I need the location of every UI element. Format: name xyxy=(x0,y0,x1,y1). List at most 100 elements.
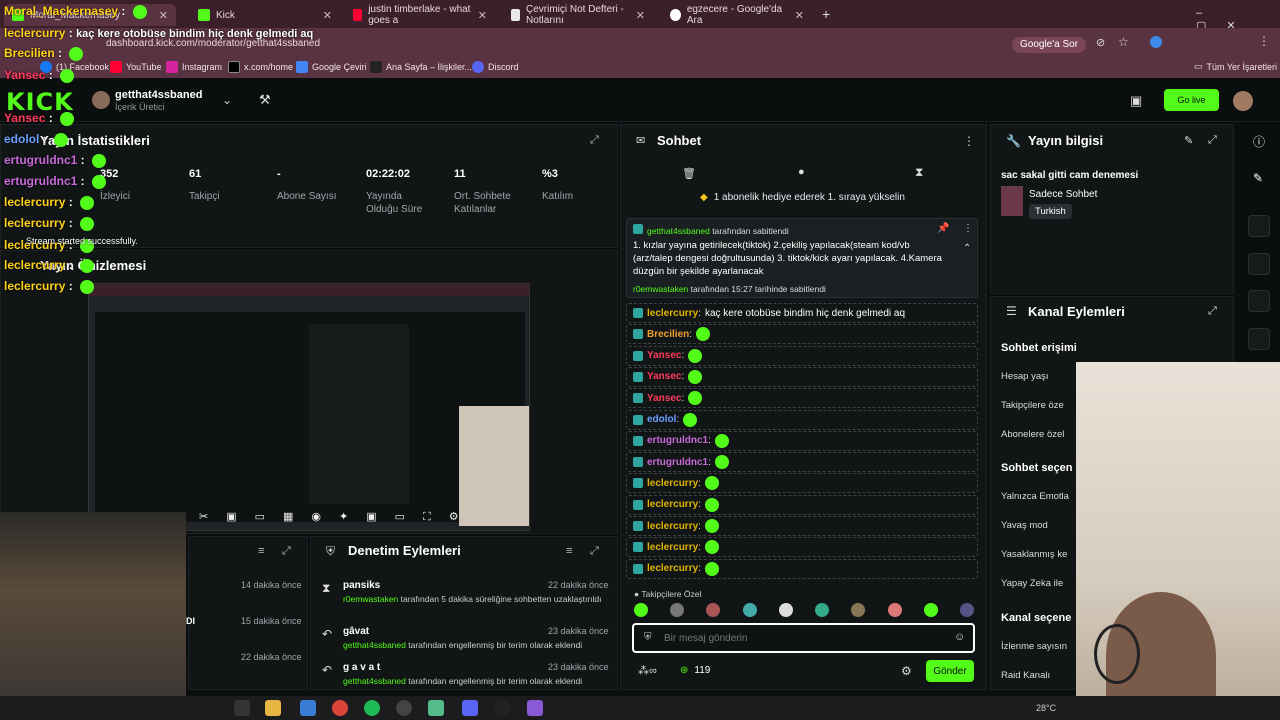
chat-username[interactable]: leclercurry xyxy=(647,521,698,532)
chat-message[interactable]: Brecilien: xyxy=(626,324,978,345)
filter-icon[interactable]: ≡ xyxy=(566,545,572,557)
chat-username[interactable]: ertugruldnc1 xyxy=(647,457,708,468)
chat-username[interactable]: leclercurry xyxy=(647,563,698,574)
emote-icon[interactable] xyxy=(670,603,685,617)
emote-icon[interactable] xyxy=(887,603,902,617)
mod-action-actor[interactable]: r0emwastaken xyxy=(343,594,398,604)
chat-message[interactable]: ertugruldnc1: xyxy=(626,452,978,473)
steam-icon[interactable] xyxy=(494,700,510,716)
undo-icon[interactable]: ↶ xyxy=(322,627,332,641)
action-item[interactable]: Abonelere özel xyxy=(1001,429,1064,440)
action-item[interactable]: Raid Kanalı xyxy=(1001,670,1050,681)
chat-message[interactable]: Yansec: xyxy=(626,345,978,366)
google-ask-button[interactable]: Google'a Sor xyxy=(1012,37,1087,53)
channel-name[interactable]: getthat4ssbaned xyxy=(115,89,202,101)
expand-icon[interactable]: ⤢ xyxy=(282,545,291,558)
chat-message[interactable]: edolol: xyxy=(626,409,978,430)
mod-action-user[interactable]: g a v a t xyxy=(343,662,380,673)
emoji-icon[interactable]: ☺ xyxy=(954,631,965,643)
category-thumbnail[interactable] xyxy=(1001,186,1023,216)
chat-message[interactable]: leclercurry: xyxy=(626,558,978,579)
chat-input[interactable]: ⛨ Bir mesaj gönderin ☺ xyxy=(632,623,975,653)
emote-icon[interactable] xyxy=(742,603,757,617)
obs-icon[interactable] xyxy=(396,700,412,716)
chat-message[interactable]: ertugruldnc1: xyxy=(626,430,978,451)
chat-username[interactable]: ertugruldnc1 xyxy=(647,435,708,446)
action-item[interactable]: Yasaklanmış ke xyxy=(1001,549,1067,560)
close-icon[interactable]: ✕ xyxy=(636,9,645,22)
pinned-by[interactable]: r0emwastaken xyxy=(633,284,688,294)
close-icon[interactable]: ✕ xyxy=(323,9,332,22)
chat-message[interactable]: leclercurry: xyxy=(626,537,978,558)
chevron-down-icon[interactable]: ⌄ xyxy=(222,93,232,107)
chat-username[interactable]: Yansec xyxy=(647,393,681,404)
chat-username[interactable]: Yansec xyxy=(647,350,681,361)
chat-username[interactable]: leclercurry xyxy=(647,478,698,489)
stream-category[interactable]: Sadece Sohbet xyxy=(1029,189,1097,200)
gear-icon[interactable]: ⚙ xyxy=(901,664,912,678)
star-icon[interactable]: ☆ xyxy=(1118,35,1129,49)
bookmark-x[interactable]: x.com/home xyxy=(228,61,293,73)
close-icon[interactable]: ✕ xyxy=(795,9,804,22)
user-avatar[interactable] xyxy=(1233,91,1253,111)
expand-icon[interactable]: ⤢ xyxy=(590,134,599,147)
expand-icon[interactable]: ⤢ xyxy=(590,545,599,558)
gift-banner[interactable]: ◆ 1 abonelik hediye ederek 1. sıraya yüks… xyxy=(700,192,905,203)
app-icon[interactable] xyxy=(428,700,444,716)
close-icon[interactable]: ✕ xyxy=(478,9,487,22)
app-icon[interactable] xyxy=(527,700,543,716)
chat-username[interactable]: Yansec xyxy=(647,371,681,382)
bookmark-anasayfa[interactable]: Ana Sayfa – İlişkiler... xyxy=(370,61,472,73)
emote-icon[interactable] xyxy=(959,603,974,617)
emote-icon[interactable] xyxy=(851,603,866,617)
action-item[interactable]: Yapay Zeka ile xyxy=(1001,578,1063,589)
pencil-icon[interactable]: ✎ xyxy=(1253,171,1263,185)
emote-bar[interactable] xyxy=(634,603,974,619)
chat-username[interactable]: leclercurry xyxy=(647,542,698,553)
chat-username[interactable]: leclercurry xyxy=(647,308,698,319)
preview-controls[interactable]: ✂▣▭▦◉✦▣▭⛶⚙ xyxy=(199,510,519,528)
action-item[interactable]: Yalnızca Emotla xyxy=(1001,491,1069,502)
trash-icon[interactable]: 🗑 xyxy=(682,167,696,180)
menu-dots-icon[interactable]: ⋮ xyxy=(1258,34,1270,48)
card-icon[interactable] xyxy=(1248,290,1270,312)
chat-message[interactable]: leclercurry: xyxy=(626,516,978,536)
channel-points[interactable]: ⊛ 119 xyxy=(680,665,710,676)
action-item[interactable]: Hesap yaşı xyxy=(1001,371,1049,382)
edit-icon[interactable]: ✎ xyxy=(1184,134,1193,147)
emote-icon[interactable] xyxy=(778,603,793,617)
chat-message[interactable]: leclercurry: xyxy=(626,494,978,515)
emote-icon[interactable] xyxy=(923,603,938,617)
bookmark-translate[interactable]: Google Çeviri xyxy=(296,61,367,73)
store-icon[interactable] xyxy=(300,700,316,716)
chat-username[interactable]: leclercurry xyxy=(647,499,698,510)
action-item[interactable]: İzlenme sayısın xyxy=(1001,641,1067,652)
extension-icon[interactable] xyxy=(1150,36,1162,48)
task-view-icon[interactable] xyxy=(234,700,250,716)
expand-icon[interactable]: ⤢ xyxy=(1208,305,1217,318)
chat-message[interactable]: Yansec: xyxy=(626,366,978,387)
pinned-author[interactable]: getthat4ssbaned xyxy=(647,226,710,236)
discord-icon[interactable] xyxy=(462,700,478,716)
stream-preview-video[interactable]: ✂▣▭▦◉✦▣▭⛶⚙ xyxy=(88,283,530,531)
filter-icon[interactable]: ≡ xyxy=(258,545,264,557)
tab-kick[interactable]: Kick ✕ xyxy=(190,4,340,26)
bookmark-youtube[interactable]: YouTube xyxy=(110,61,161,73)
message-icon[interactable] xyxy=(1248,328,1270,350)
menu-dots-icon[interactable]: ⋮ xyxy=(963,223,973,234)
chat-message[interactable]: leclercurry: kaç kere otobüse bindim hiç … xyxy=(626,303,978,323)
bookmark-discord[interactable]: Discord xyxy=(472,61,519,73)
channel-avatar[interactable] xyxy=(92,91,110,109)
camera-icon[interactable]: ▣ xyxy=(1130,93,1142,109)
action-item[interactable]: Yavaş mod xyxy=(1001,520,1048,531)
chat-message[interactable]: Yansec: xyxy=(626,388,978,409)
tab-youtube[interactable]: justin timberlake - what goes a ✕ xyxy=(345,4,495,26)
mod-action-user[interactable]: pansiks xyxy=(343,580,380,591)
all-bookmarks[interactable]: ▭ Tüm Yer İşaretleri xyxy=(1194,61,1277,72)
undo-icon[interactable]: ↶ xyxy=(322,663,332,677)
info-icon[interactable]: ⓘ xyxy=(1253,133,1265,150)
menu-dots-icon[interactable]: ⋮ xyxy=(963,134,975,148)
go-live-button[interactable]: Go live xyxy=(1164,89,1219,111)
spotify-icon[interactable] xyxy=(364,700,380,716)
chevron-up-icon[interactable]: ⌃ xyxy=(963,243,971,254)
